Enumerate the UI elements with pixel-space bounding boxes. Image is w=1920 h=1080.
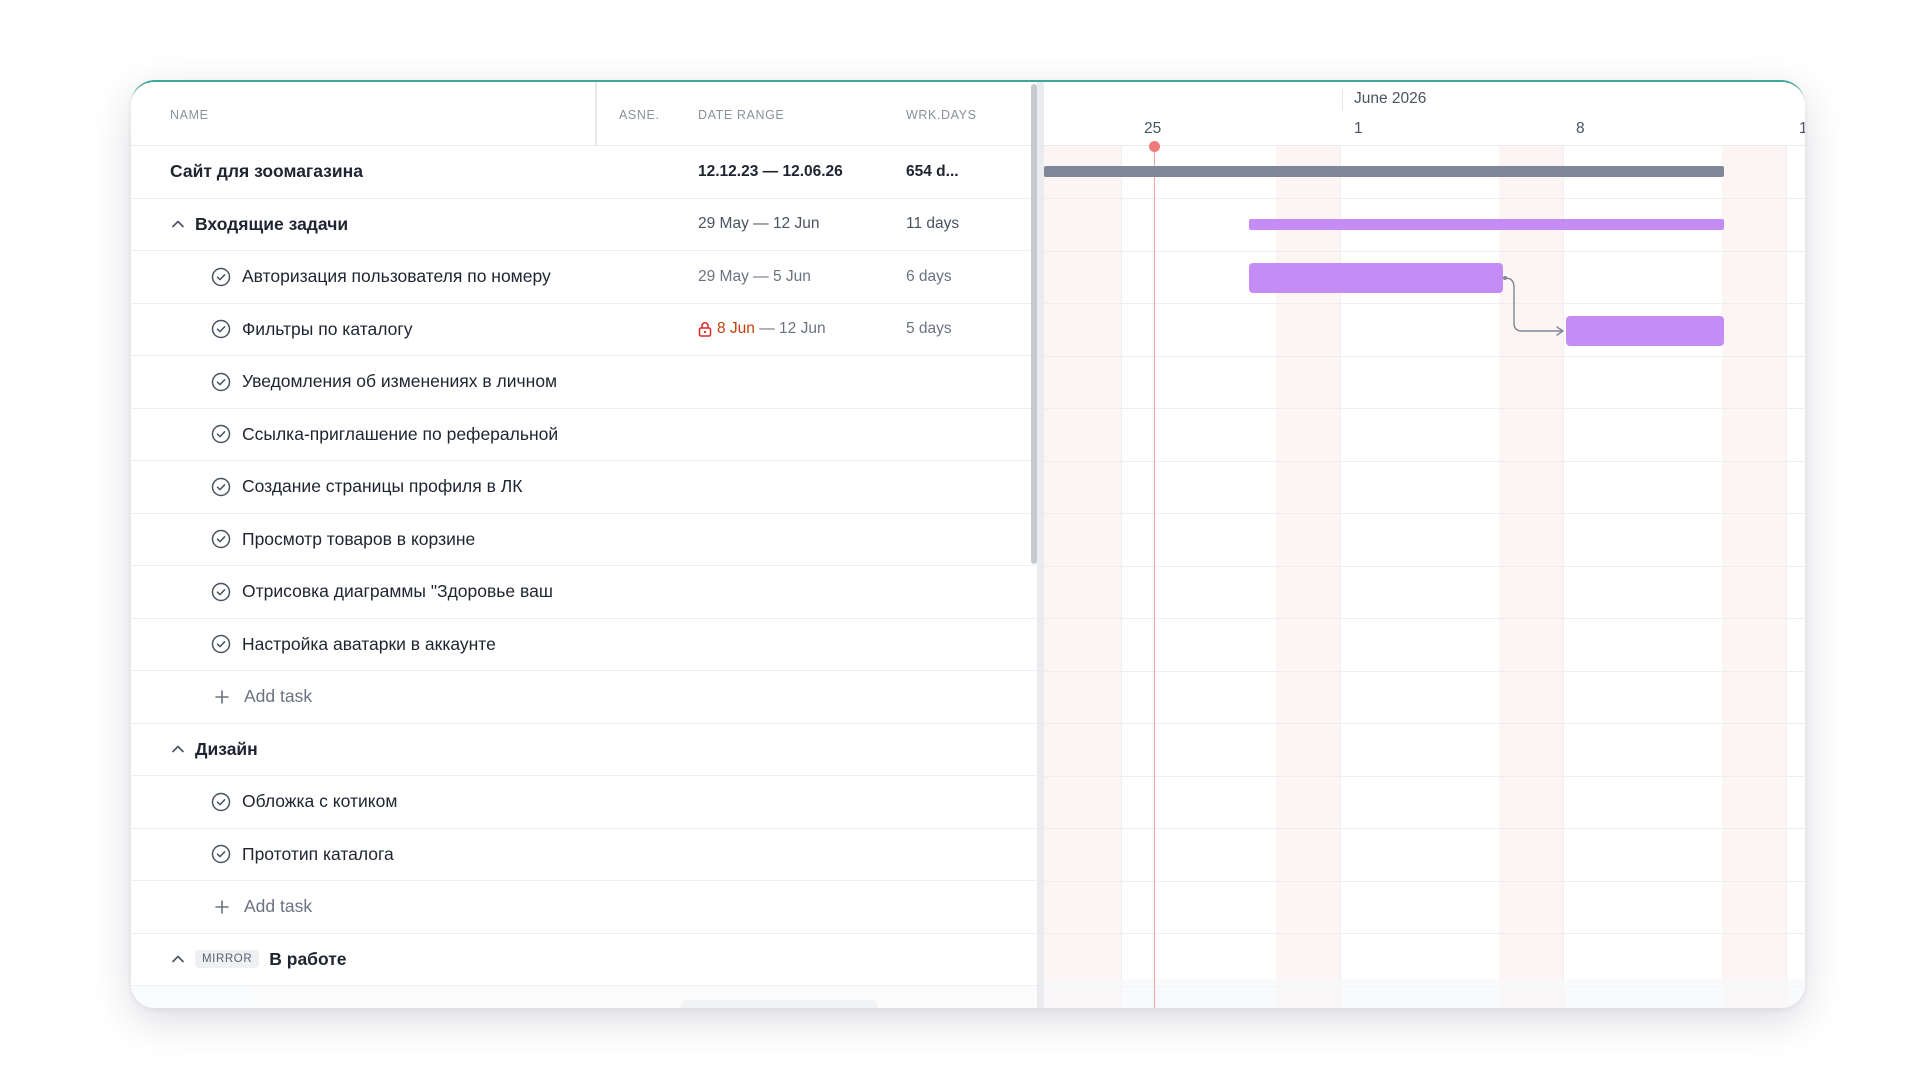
task-name[interactable]: Фильтры по каталогу — [242, 319, 413, 340]
group-row-in-progress[interactable]: MIRROR В работе — [131, 934, 1037, 986]
group-name[interactable]: Дизайн — [195, 739, 258, 760]
check-circle-icon[interactable] — [211, 634, 231, 654]
check-circle-icon[interactable] — [211, 529, 231, 549]
column-resize-handle[interactable] — [595, 82, 597, 145]
task-row[interactable]: Настройка аватарки в аккаунте — [131, 619, 1037, 671]
task-row[interactable]: Авторизация пользователя по номеру 29 Ma… — [131, 251, 1037, 304]
gantt-timeline: June 2026 25 1 8 1 — [1044, 82, 1805, 1008]
task-row[interactable]: Отрисовка диаграммы "Здоровье ваш — [131, 566, 1037, 619]
column-header-assignee[interactable]: ASNE. — [619, 108, 660, 122]
project-date-range[interactable]: 12.12.23 — 12.06.26 — [698, 163, 843, 181]
column-header-date-range[interactable]: DATE RANGE — [698, 108, 784, 122]
dependency-arrow[interactable] — [1044, 82, 1805, 382]
check-circle-icon[interactable] — [211, 792, 231, 812]
group-name[interactable]: Входящие задачи — [195, 214, 348, 235]
check-circle-icon[interactable] — [211, 319, 231, 339]
task-row[interactable]: Создание страницы профиля в ЛК — [131, 461, 1037, 514]
lock-icon — [698, 322, 712, 337]
task-name[interactable]: Прототип каталога — [242, 844, 394, 865]
pane-splitter[interactable] — [1037, 82, 1044, 1008]
plus-icon[interactable] — [214, 689, 230, 705]
check-circle-icon[interactable] — [211, 424, 231, 444]
project-row[interactable]: Сайт для зоомагазина 12.12.23 — 12.06.26… — [131, 146, 1037, 199]
partial-row-timeline — [1044, 979, 1805, 1008]
task-name[interactable]: Отрисовка диаграммы "Здоровье ваш — [242, 581, 553, 602]
add-task-row[interactable]: Add task — [131, 881, 1037, 934]
group-date-range[interactable]: 29 May — 12 Jun — [698, 215, 819, 233]
task-work-days: 5 days — [906, 320, 952, 338]
partial-row — [131, 986, 1037, 1008]
task-row[interactable]: Фильтры по каталогу 8 Jun — 12 Jun 5 day… — [131, 304, 1037, 356]
task-row[interactable]: Прототип каталога — [131, 829, 1037, 881]
task-name[interactable]: Обложка с котиком — [242, 791, 397, 812]
check-circle-icon[interactable] — [211, 372, 231, 392]
group-row-incoming[interactable]: Входящие задачи 29 May — 12 Jun 11 days — [131, 199, 1037, 251]
task-row[interactable]: Обложка с котиком — [131, 776, 1037, 829]
check-circle-icon[interactable] — [211, 582, 231, 602]
task-name[interactable]: Настройка аватарки в аккаунте — [242, 634, 496, 655]
task-date-range[interactable]: 29 May — 5 Jun — [698, 268, 811, 286]
add-task-button[interactable]: Add task — [244, 896, 312, 917]
check-circle-icon[interactable] — [211, 844, 231, 864]
column-header-work-days[interactable]: WRK.DAYS — [906, 108, 977, 122]
group-work-days: 11 days — [906, 215, 960, 233]
chevron-up-icon[interactable] — [171, 952, 185, 966]
mirror-badge: MIRROR — [195, 950, 260, 969]
task-row[interactable]: Просмотр товаров в корзине — [131, 514, 1037, 566]
group-name[interactable]: В работе — [269, 949, 346, 970]
chevron-up-icon[interactable] — [171, 217, 185, 231]
check-circle-icon[interactable] — [211, 477, 231, 497]
task-date-end: 12 Jun — [779, 320, 826, 338]
group-row-design[interactable]: Дизайн — [131, 724, 1037, 776]
task-row[interactable]: Ссылка-приглашение по реферальной — [131, 409, 1037, 461]
task-name[interactable]: Создание страницы профиля в ЛК — [242, 476, 522, 497]
task-work-days: 6 days — [906, 267, 952, 285]
task-name[interactable]: Просмотр товаров в корзине — [242, 529, 475, 550]
add-task-row[interactable]: Add task — [131, 671, 1037, 724]
date-separator: — — [754, 320, 780, 338]
plus-icon[interactable] — [214, 899, 230, 915]
chevron-up-icon[interactable] — [171, 742, 185, 756]
task-name[interactable]: Ссылка-приглашение по реферальной — [242, 424, 558, 445]
task-table: NAME ASNE. DATE RANGE WRK.DAYS Сайт для … — [131, 82, 1037, 1008]
check-circle-icon[interactable] — [211, 267, 231, 287]
table-header: NAME ASNE. DATE RANGE WRK.DAYS — [131, 82, 1037, 146]
task-row[interactable]: Уведомления об изменениях в личном — [131, 356, 1037, 409]
gantt-card: NAME ASNE. DATE RANGE WRK.DAYS Сайт для … — [131, 80, 1805, 1008]
task-date-start: 8 Jun — [717, 320, 755, 338]
faded-date-pill — [681, 999, 877, 1008]
add-task-button[interactable]: Add task — [244, 686, 312, 707]
project-work-days: 654 d... — [906, 162, 959, 180]
column-header-name[interactable]: NAME — [170, 108, 209, 122]
project-name[interactable]: Сайт для зоомагазина — [170, 161, 363, 182]
task-name[interactable]: Авторизация пользователя по номеру — [242, 266, 551, 287]
task-date-range[interactable]: 8 Jun — 12 Jun — [698, 320, 826, 338]
task-name[interactable]: Уведомления об изменениях в личном — [242, 371, 557, 392]
